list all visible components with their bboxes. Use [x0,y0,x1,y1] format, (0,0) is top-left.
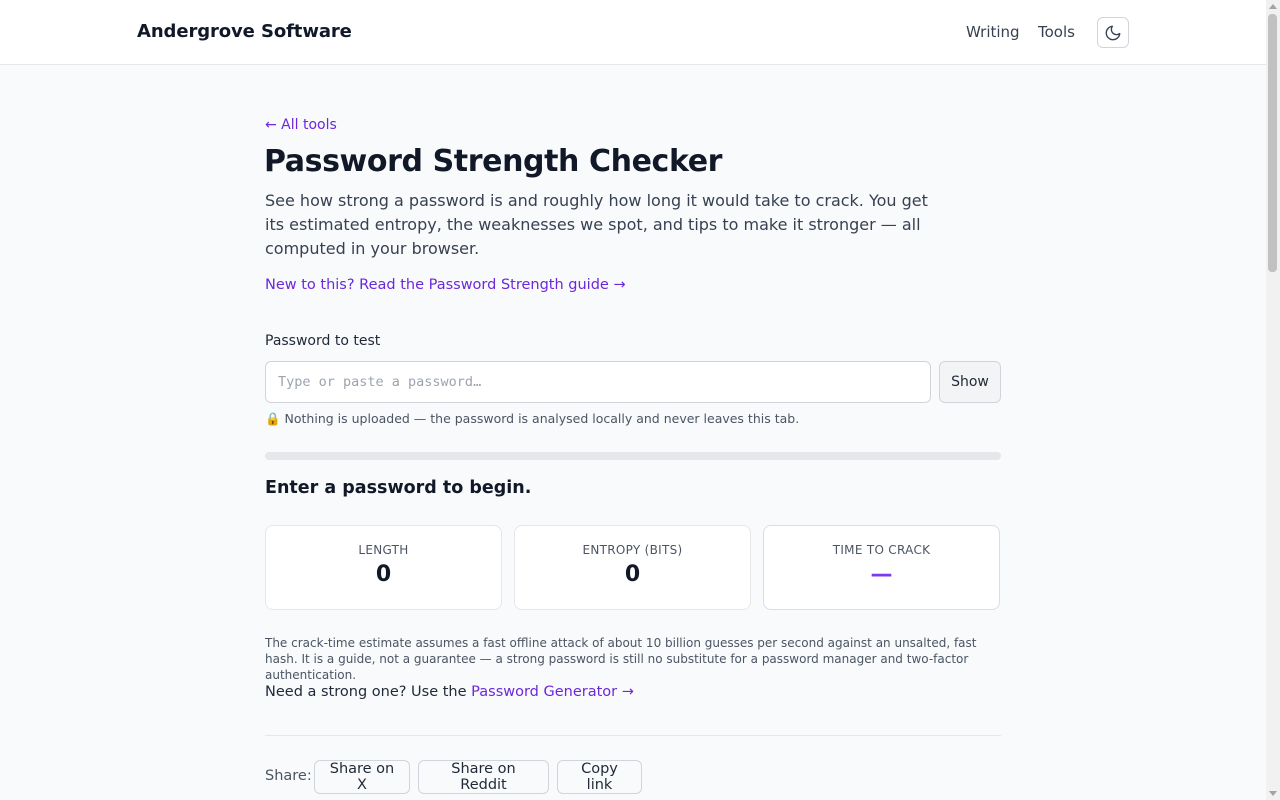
moon-icon [1105,25,1121,40]
stat-value: — [870,562,893,587]
stat-value: 0 [375,562,392,587]
page-title: Password Strength Checker [264,144,723,179]
scroll-up-icon[interactable] [1269,4,1277,9]
status-message: Enter a password to begin. [265,478,532,498]
stat-value: 0 [624,562,641,587]
password-field-label: Password to test [265,333,381,349]
stat-label: LENGTH [358,543,409,557]
brand-logo[interactable]: Andergrove Software [137,21,352,42]
share-on-x-button[interactable]: Share on X [314,760,410,794]
generator-line: Need a strong one? Use the Password Gene… [265,684,634,700]
stat-label: ENTROPY (BITS) [582,543,683,557]
strength-meter [265,452,1001,460]
stat-label: TIME TO CRACK [832,543,931,557]
copy-link-button[interactable]: Copy link [557,760,642,794]
top-bar: Andergrove Software Writing Tools [0,0,1266,65]
stat-card-entropy: ENTROPY (BITS) 0 [514,525,751,610]
generator-prefix: Need a strong one? Use the [265,684,472,700]
password-generator-link[interactable]: Password Generator → [471,684,634,700]
scroll-down-icon[interactable] [1269,791,1277,796]
password-input[interactable] [265,361,931,403]
guide-link[interactable]: New to this? Read the Password Strength … [265,277,626,293]
nav-writing[interactable]: Writing [966,23,1020,41]
all-tools-link[interactable]: ← All tools [265,117,337,133]
nav-tools[interactable]: Tools [1038,23,1075,41]
scroll-thumb[interactable] [1268,14,1277,272]
theme-toggle-button[interactable] [1097,17,1129,48]
stat-card-crack-time: TIME TO CRACK — [763,525,1000,610]
crack-time-disclaimer: The crack-time estimate assumes a fast o… [265,636,977,682]
privacy-note: 🔒 Nothing is uploaded — the password is … [265,411,800,426]
divider [265,735,1001,736]
intro-text: See how strong a password is and roughly… [265,191,928,258]
share-on-reddit-button[interactable]: Share on Reddit [418,760,549,794]
show-password-button[interactable]: Show [939,361,1001,403]
stat-card-length: LENGTH 0 [265,525,502,610]
share-label: Share: [265,768,312,784]
page-scrollbar[interactable] [1266,0,1280,800]
